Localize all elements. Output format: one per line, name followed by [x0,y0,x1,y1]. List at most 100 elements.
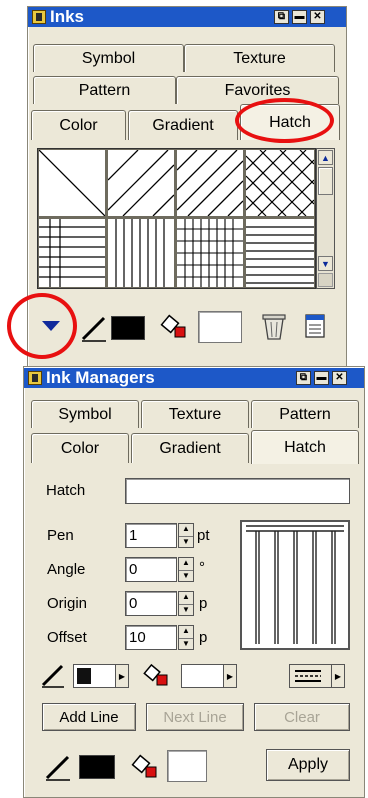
pen-icon [45,755,70,781]
pen-label: Pen [47,527,74,544]
origin-field[interactable]: 0 [125,591,177,616]
scroll-thumb[interactable] [318,167,333,195]
hatch-swatch [39,150,105,216]
offset-stepper[interactable]: ▲ ▼ [178,625,194,650]
im-tab-color[interactable]: Color [31,433,129,463]
im-tab-pattern[interactable]: Pattern [251,400,359,428]
hatch-preview-svg [246,525,344,644]
tab-label: Favorites [224,81,291,99]
tab-symbol[interactable]: Symbol [33,44,184,72]
hatch-preview [240,520,350,650]
tab-label: Texture [168,405,222,423]
hatch-swatches-svg[interactable] [38,149,315,288]
angle-unit: ° [199,559,205,576]
paint-bucket-icon [143,663,168,686]
ink-managers-title: Ink Managers [46,368,155,387]
origin-stepper[interactable]: ▲ ▼ [178,591,194,616]
minimize-icon[interactable]: ▬ [292,10,307,24]
hatch-swatch [246,150,314,216]
tab-label: Gradient [152,116,214,134]
tab-favorites[interactable]: Favorites [176,76,339,104]
restore-icon[interactable]: ⧉ [296,371,311,385]
hatch-name-label: Hatch [46,482,86,499]
hatch-swatch [246,219,314,287]
restore-icon[interactable]: ⧉ [274,10,289,24]
tab-label: Color [60,439,100,457]
origin-label: Origin [47,595,88,612]
tab-hatch[interactable]: Hatch [240,104,340,140]
next-line-button[interactable]: Next Line [146,703,244,731]
scroll-down-button[interactable]: ▼ [318,256,333,271]
ink-managers-title-bar[interactable]: Ink Managers ⧉ ▬ ✕ [24,368,364,388]
minimize-icon[interactable]: ▬ [314,371,329,385]
origin-unit: p [199,595,208,612]
tab-texture[interactable]: Texture [184,44,335,72]
pen-color-swatch[interactable] [79,755,115,779]
fill-color-swatch[interactable] [198,311,242,343]
tab-label: Gradient [159,439,221,457]
hatch-swatch [108,150,174,216]
triangle-right-icon: ▶ [223,665,236,687]
paint-bucket-icon [131,754,157,778]
line-style-icon [295,670,321,682]
im-tab-texture[interactable]: Texture [141,400,249,428]
fill-color-swatch [185,668,199,684]
tab-gradient[interactable]: Gradient [128,110,238,140]
offset-field[interactable]: 10 [125,625,177,650]
pen-stepper[interactable]: ▲ ▼ [178,523,194,548]
tab-label: Pattern [78,81,131,99]
resize-grip-icon[interactable] [318,273,333,287]
pen-unit: pt [197,527,210,544]
scroll-up-button[interactable]: ▲ [318,150,333,165]
tab-pattern[interactable]: Pattern [33,76,176,104]
add-line-button[interactable]: Add Line [42,703,136,731]
trash-icon[interactable] [259,311,289,341]
line-style-dropdown[interactable]: ▶ [289,664,345,688]
line-pen-dropdown[interactable]: ▶ [73,664,129,688]
close-icon[interactable]: ✕ [310,10,325,24]
hatch-swatch [108,219,174,287]
tab-label: Pattern [279,405,331,423]
tab-label: Color [59,116,98,134]
swatch-scrollbar[interactable]: ▲ ▼ [316,148,335,289]
angle-stepper[interactable]: ▲ ▼ [178,557,194,582]
tab-label: Symbol [58,405,112,423]
hatch-swatch [177,219,243,287]
triangle-down-icon [42,321,60,331]
pen-icon [41,664,64,688]
apply-button[interactable]: Apply [266,749,350,781]
im-tab-gradient[interactable]: Gradient [131,433,249,463]
tab-label: Texture [233,49,286,67]
angle-label: Angle [47,561,86,578]
fill-color-swatch[interactable] [167,750,207,782]
tab-color[interactable]: Color [31,110,126,140]
hatch-name-field[interactable] [125,478,350,504]
angle-field[interactable]: 0 [125,557,177,582]
hatch-swatch [39,219,105,287]
pen-field[interactable]: 1 [125,523,177,548]
pen-color-swatch [77,668,91,684]
inks-title-bar[interactable]: Inks ⧉ ▬ ✕ [28,7,346,27]
im-tab-symbol[interactable]: Symbol [31,400,139,428]
new-ink-icon[interactable] [303,312,331,342]
app-icon [32,10,46,24]
close-icon[interactable]: ✕ [332,371,347,385]
tab-label: Symbol [81,49,136,67]
tab-label: Hatch [284,438,326,456]
line-fill-dropdown[interactable]: ▶ [181,664,237,688]
hatch-swatch [177,150,243,216]
triangle-right-icon: ▶ [115,665,128,687]
tab-label: Hatch [269,113,311,131]
inks-title: Inks [50,7,85,26]
clear-button[interactable]: Clear [254,703,350,731]
im-tab-hatch[interactable]: Hatch [251,430,359,464]
paint-bucket-icon [160,314,186,338]
pen-color-swatch[interactable] [111,316,145,340]
offset-label: Offset [47,629,87,646]
offset-unit: p [199,629,208,646]
ink-dropdown-button[interactable] [31,307,71,345]
triangle-right-icon: ▶ [331,665,344,687]
pen-icon [81,316,106,342]
app-icon [28,371,42,385]
hatch-swatch-grid[interactable] [37,148,316,289]
